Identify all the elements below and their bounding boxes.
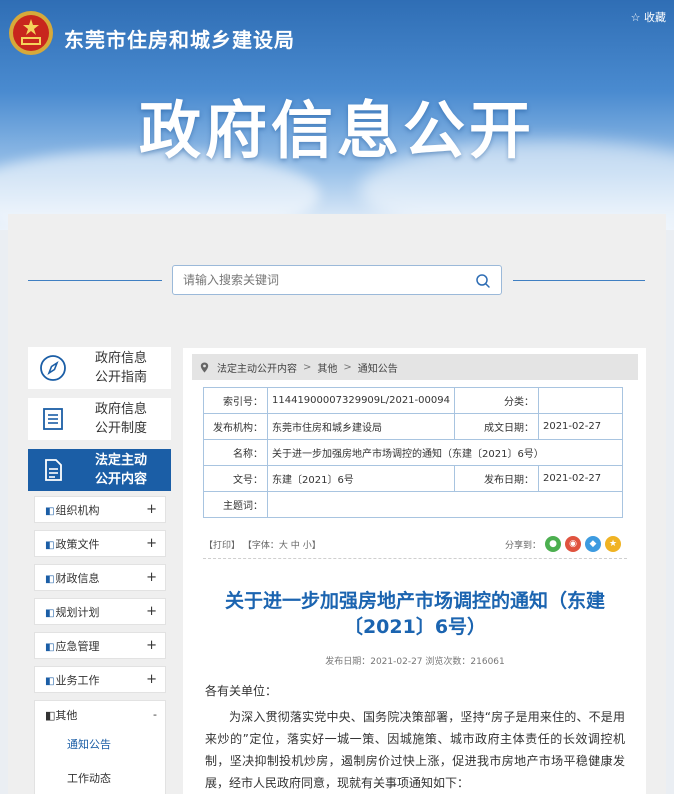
compass-icon — [40, 355, 66, 381]
document-list-icon — [43, 408, 63, 430]
meta-value: 11441900007329909L/2021-00094 — [267, 387, 455, 414]
breadcrumb-separator: > — [303, 361, 312, 373]
expand-icon[interactable]: + — [146, 638, 157, 653]
meta-row: 索引号： 11441900007329909L/2021-00094 分类： — [203, 387, 624, 414]
sidebar-subitem-news[interactable]: 工作动态 — [67, 770, 111, 786]
menu-bullet-icon: ◧ — [45, 539, 55, 551]
meta-label: 分类： — [453, 387, 539, 414]
meta-value — [267, 491, 623, 518]
font-size-close: 】 — [311, 541, 321, 551]
meta-value — [537, 387, 624, 414]
expand-icon[interactable]: + — [146, 570, 157, 585]
weibo-icon[interactable]: ◉ — [565, 536, 582, 552]
sidebar-tile-label: 法定主动 公开内容 — [94, 453, 147, 487]
expand-icon[interactable]: + — [146, 502, 157, 517]
menu-bullet-icon: ◧ — [45, 675, 55, 687]
national-emblem-icon — [9, 11, 53, 55]
banner-title: 政府信息公开 — [138, 94, 535, 167]
meta-row: 主题词： — [203, 491, 623, 518]
breadcrumb-link[interactable]: 法定主动公开内容 — [217, 360, 297, 375]
divider — [203, 558, 627, 559]
search-divider-right — [513, 280, 645, 281]
font-size-label: 【字体： — [242, 541, 279, 551]
org-name: 东莞市住房和城乡建设局 — [64, 28, 295, 52]
meta-label: 名称： — [203, 439, 268, 466]
breadcrumb: 法定主动公开内容 > 其他 > 通知公告 — [192, 354, 638, 380]
meta-row: 名称： 关于进一步加强房地产市场调控的通知（东建〔2021〕6号） — [203, 439, 623, 466]
sidebar-tile-label: 政府信息 公开制度 — [94, 402, 147, 436]
collapse-icon[interactable]: - — [153, 708, 157, 721]
sidebar-item-org[interactable]: ◧组织机构 + — [34, 496, 166, 523]
sidebar-item-business[interactable]: ◧业务工作 + — [34, 666, 166, 693]
article-title: 关于进一步加强房地产市场调控的通知（东建〔2021〕6号） — [224, 590, 605, 638]
share-bar: 分享到： ● ◉ ◆ ★ — [505, 536, 622, 552]
menu-label: ◧其他 — [45, 708, 78, 722]
menu-label: ◧规划计划 — [45, 605, 100, 619]
meta-value: 东建〔2021〕6号 — [267, 465, 455, 492]
menu-label: ◧财政信息 — [45, 571, 100, 585]
sidebar-item-other-header[interactable]: ◧其他 - — [35, 701, 165, 728]
breadcrumb-separator: > — [343, 361, 352, 373]
sidebar-tile-guide[interactable]: 政府信息 公开指南 — [28, 347, 171, 389]
search-bar — [172, 265, 502, 295]
breadcrumb-link[interactable]: 其他 — [317, 360, 337, 375]
meta-row: 发布机构： 东莞市住房和城乡建设局 成文日期： 2021-02-27 — [203, 413, 624, 440]
menu-label: ◧政策文件 — [45, 537, 100, 551]
menu-label: ◧业务工作 — [45, 673, 100, 687]
meta-value: 2021-02-27 — [537, 465, 624, 492]
share-label: 分享到： — [505, 540, 542, 551]
meta-row: 文号： 东建〔2021〕6号 发布日期： 2021-02-27 — [203, 465, 624, 492]
location-pin-icon — [200, 362, 209, 372]
document-icon — [45, 459, 62, 481]
meta-value: 东莞市住房和城乡建设局 — [267, 413, 455, 440]
meta-label: 文号： — [203, 465, 268, 492]
font-small-link[interactable]: 小 — [303, 541, 312, 551]
sidebar-subitem-notices[interactable]: 通知公告 — [67, 736, 111, 752]
search-input[interactable] — [173, 266, 463, 294]
font-medium-link[interactable]: 中 — [291, 541, 300, 551]
article-paragraph: 为深入贯彻落实党中央、国务院决策部署，坚持“房子是用来住的、不是用来炒的”定位，… — [205, 710, 625, 790]
sidebar-tile-label: 政府信息 公开指南 — [94, 351, 147, 385]
qzone-icon[interactable]: ★ — [605, 536, 622, 552]
sidebar-item-other: ◧其他 - 通知公告 工作动态 — [34, 700, 166, 794]
menu-bullet-icon: ◧ — [45, 607, 55, 619]
sidebar-item-policy[interactable]: ◧政策文件 + — [34, 530, 166, 557]
menu-label: ◧应急管理 — [45, 639, 100, 653]
menu-label: ◧组织机构 — [45, 503, 100, 517]
meta-label: 主题词： — [203, 491, 268, 518]
wechat-icon[interactable]: ● — [545, 536, 562, 552]
document-meta-table: 索引号： 11441900007329909L/2021-00094 分类： 发… — [203, 387, 624, 518]
qq-icon[interactable]: ◆ — [585, 536, 602, 552]
meta-label: 发布日期： — [453, 465, 539, 492]
menu-bullet-icon: ◧ — [45, 505, 55, 517]
meta-label: 发布机构： — [203, 413, 268, 440]
meta-value: 关于进一步加强房地产市场调控的通知（东建〔2021〕6号） — [267, 439, 623, 466]
expand-icon[interactable]: + — [146, 604, 157, 619]
meta-label: 索引号： — [203, 387, 268, 414]
search-divider-left — [28, 280, 162, 281]
page-header: 东莞市住房和城乡建设局 ☆ 收藏 政府信息公开 — [0, 0, 674, 230]
expand-icon[interactable]: + — [146, 536, 157, 551]
search-icon[interactable] — [475, 273, 491, 289]
sidebar-item-finance[interactable]: ◧财政信息 + — [34, 564, 166, 591]
sidebar-item-planning[interactable]: ◧规划计划 + — [34, 598, 166, 625]
article-salutation: 各有关单位： — [205, 684, 278, 698]
menu-bullet-icon: ◧ — [45, 573, 55, 585]
print-link[interactable]: 【打印】 — [204, 541, 240, 551]
favorite-link[interactable]: ☆ 收藏 — [631, 9, 666, 25]
expand-icon[interactable]: + — [146, 672, 157, 687]
menu-bullet-icon: ◧ — [45, 708, 56, 722]
article-publish-info: 发布日期：2021-02-27 浏览次数：216061 — [325, 657, 505, 667]
font-large-link[interactable]: 大 — [279, 541, 288, 551]
breadcrumb-link[interactable]: 通知公告 — [358, 360, 398, 375]
meta-value: 2021-02-27 — [537, 413, 624, 440]
sidebar-tile-system[interactable]: 政府信息 公开制度 — [28, 398, 171, 440]
meta-label: 成文日期： — [453, 413, 539, 440]
sidebar-tile-content[interactable]: 法定主动 公开内容 — [28, 449, 171, 491]
article-tools: 【打印】 【字体：大 中 小】 — [204, 538, 321, 551]
sidebar-item-emergency[interactable]: ◧应急管理 + — [34, 632, 166, 659]
menu-bullet-icon: ◧ — [45, 641, 55, 653]
